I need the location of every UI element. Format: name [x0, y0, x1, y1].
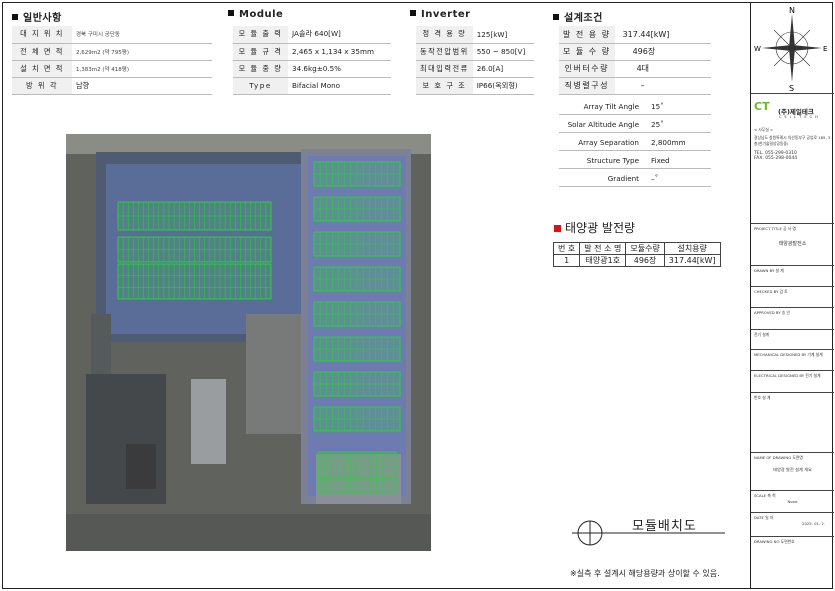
- compass-e: E: [823, 45, 827, 53]
- drawing-name-cell: NAME OF DRAWING 도면명 태양광 발전 설계 개요: [751, 453, 834, 491]
- office-fax: FAX. 055-298-0044: [754, 156, 798, 161]
- drawing-no-cell: DRAWING NO 도면번호: [754, 539, 795, 544]
- scale-value: None: [787, 499, 798, 504]
- module-section-title: Module: [228, 9, 283, 20]
- compass-n: N: [789, 6, 795, 15]
- mech-design-cell: MECHANICAL DESIGNED BY 기계 설계: [751, 350, 834, 371]
- project-title: 태양광발전소: [778, 241, 807, 247]
- inverter-table: 정 격 용 량 125[kW] 동작전압범위 550 ~ 850[V] 최대입력전류…: [416, 26, 534, 95]
- solar-altitude-row: Solar Altitude Angle 25˚: [559, 115, 711, 133]
- module-table: 모 듈 출 력 JA솔라 640[W] 모 듈 규 격 2,465 x 1,134 …: [233, 26, 391, 95]
- drawing-name: 태양광 발전 설계 개요: [773, 467, 812, 472]
- generation-title: 태양광 발전량: [554, 219, 635, 236]
- compass-w: W: [754, 45, 761, 53]
- generation-header-row: 번 호발 전 소 명 모듈수량 설치용량: [552, 242, 721, 255]
- module-layout-drawing: [66, 134, 431, 551]
- compass-s: S: [789, 84, 794, 92]
- approved-by-cell: APPROVED BY 승 인: [751, 308, 834, 330]
- inverter-section-title: Inverter: [410, 9, 471, 20]
- generation-row: 1 태양광1호 496장 317.44[kW]: [552, 254, 721, 267]
- office-label: < 사무실 >: [754, 127, 774, 132]
- date-cell: DATE 일 자 2025. 01. 2.: [751, 513, 834, 537]
- tilt-angle-row: Array Tilt Angle 15˚: [559, 97, 711, 115]
- general-section-title: 일반사항: [12, 9, 62, 24]
- project-cell: PROJECT TITLE 공 사 명 태양광발전소: [751, 224, 834, 266]
- aerial-site-image: [66, 134, 431, 551]
- revision-cell: 번호 설 계: [751, 393, 834, 453]
- array-separation-row: Array Separation 2,800mm: [559, 133, 711, 151]
- company-cell: CT (주)제일테크 C E I L T E C H < 사무실 > 경상남도 …: [751, 94, 834, 224]
- title-block: N S E W CT (주)제일테크 C E I L T E C H < 사무실…: [750, 2, 834, 589]
- checked-by-cell: CHECKED BY 검 토: [751, 287, 834, 308]
- disclaimer-note: ※실측 후 설계시 해당용량과 상이할 수 있음.: [570, 569, 720, 578]
- design-table: 발 전 용 량 317.44[kW] 모 듈 수 량 496장 인버터수량 4대 직병…: [559, 26, 711, 95]
- scale-cell: SCALE 축 척 None: [751, 491, 834, 513]
- compass-cell: N S E W: [751, 2, 834, 94]
- north-compass-icon: N S E W: [754, 6, 827, 93]
- structure-type-row: Structure Type Fixed: [559, 151, 711, 169]
- elec-design-cell: 전기 설계: [751, 330, 834, 350]
- elec-designed-cell: ELECTRICAL DESIGNED BY 전기 설계: [751, 371, 834, 393]
- company-sub: C E I L T E C H: [779, 115, 819, 119]
- gradient-row: Gradient –˚: [559, 169, 711, 187]
- date-value: 2025. 01. 2.: [802, 521, 825, 526]
- office-address: 경상남도 창원특례시 의산동부구 공업로 185, 3층(한기술밀양공동중): [754, 135, 831, 146]
- design-section-title: 설계조건: [553, 9, 603, 24]
- drawn-by-cell: DRAWN BY 설 계: [751, 266, 834, 287]
- generation-table: 번 호발 전 소 명 모듈수량 설치용량 1 태양광1호 496장 317.44[kW]: [552, 242, 721, 267]
- plan-title: 모듈배치도: [632, 519, 697, 534]
- general-table: 대 지 위 치 경북 구미시 공단동 전 체 면 적 2,629m2 (약 795평…: [12, 26, 212, 95]
